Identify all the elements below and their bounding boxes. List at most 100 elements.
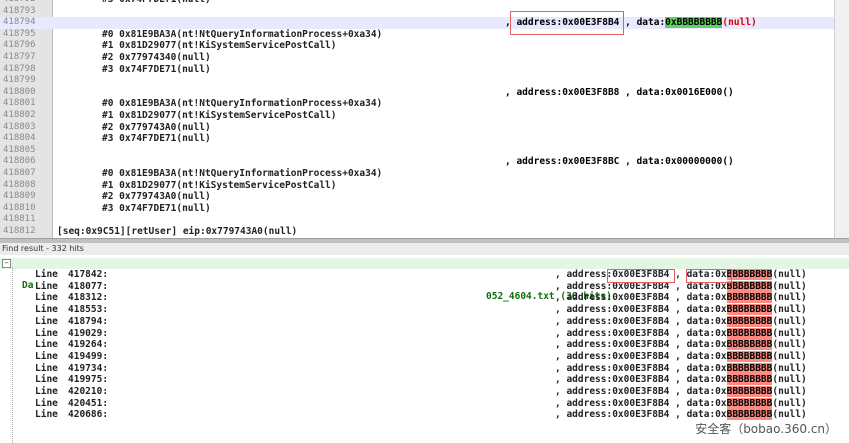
result-label: Line [35,304,58,316]
editor-vertical-scrollbar[interactable] [834,0,849,238]
line-number: 418797 [3,52,36,62]
line-number: 418812 [3,226,36,236]
editor-line[interactable]: 418803 #2 0x779743A0(null) [0,122,849,134]
result-match-part: 0x00E3F8B4 [612,327,670,339]
line-number: 418807 [3,168,36,178]
result-match-part: , data:0x [669,292,727,304]
result-match-part: (null) [772,280,807,292]
result-row[interactable]: Line 419975: , address:0x00E3F8B4 , data:0… [0,374,849,386]
result-match-part: , address: [555,409,613,421]
result-line-number: 418312: [68,292,109,304]
result-match-part: , data:0x [669,350,727,362]
result-match-part: BBBBBBBB [726,350,773,362]
line-number: 418793 [3,5,36,16]
result-match-part: (null) [772,397,807,409]
line-code: #2 0x77974340(null) [102,52,211,63]
editor-line[interactable]: 418809 #2 0x779743A0(null) [0,191,849,203]
result-match-part: , data:0x [669,339,727,351]
result-match-part: , data:0x [669,304,727,316]
result-match-part: BBBBBBBB [726,315,773,327]
collapse-icon[interactable]: − [2,259,11,268]
result-match-part: (null) [772,292,807,304]
result-match-part: 0x00E3F8B4 [612,374,670,386]
line-number: 418796 [3,40,36,51]
line-code: [seq:0x9C51][retUser] eip:0x779743A0(nul… [57,226,298,237]
editor-line[interactable]: 418806 , address:0x00E3F8BC , data:0x0000… [0,156,849,168]
editor-line[interactable]: 418801 #0 0x81E9BA3A(nt!NtQueryInformatio… [0,98,849,110]
result-match-part: 0x00E3F8B4 [612,292,670,304]
line-number: 418811 [3,214,36,225]
result-match-part: , data:0x [669,315,727,327]
result-row[interactable]: Line 418553: , address:0x00E3F8B4 , data:0… [0,304,849,316]
editor-line[interactable]: 418802 #1 0x81D29077(nt!KiSystemServicePo… [0,110,849,122]
result-match-part: BBBBBBBB [726,386,773,397]
editor-line[interactable]: 418808 #1 0x81D29077(nt!KiSystemServicePo… [0,180,849,192]
editor-line[interactable]: 418811 [0,214,849,226]
result-match-part: , address: [555,315,613,327]
editor-pane[interactable]: 418792#3 0x74F7DE71(null)418793418794, a… [0,0,849,238]
result-match: , address:0x00E3F8B4 , data:0xBBBBBBBB(n… [555,374,807,386]
line-number: 418806 [3,156,36,167]
line-number: 418798 [3,63,36,74]
editor-line[interactable]: 418805 [0,145,849,157]
editor-line[interactable]: 418800 , address:0x00E3F8B8 , data:0x0016… [0,87,849,99]
result-row[interactable]: Line 420210: , address:0x00E3F8B4 , data:0… [0,386,849,398]
watermark: 安全客（bobao.360.cn） [695,422,837,436]
result-match-part: , data:0x [669,374,727,386]
result-match-part: (null) [772,304,807,316]
highlight-box-result-data [686,269,732,283]
result-row[interactable]: Line 419264: , address:0x00E3F8B4 , data:0… [0,339,849,351]
line-number: 418805 [3,144,36,155]
result-match: , address:0x00E3F8B4 , data:0xBBBBBBBB(n… [555,386,807,398]
find-result-title: Find result - 332 hits [0,243,849,255]
line-code: #0 0x81E9BA3A(nt!NtQueryInformationProce… [102,98,383,110]
result-label: Line [35,386,58,397]
find-results-pane[interactable]: − Da 052_4604.txt (30 hits) Line 417842:,… [0,256,849,443]
line-tail-part: (null) [722,17,757,29]
result-match-part: BBBBBBBB [726,362,773,374]
editor-line[interactable]: 418796 #1 0x81D29077(nt!KiSystemServicePo… [0,40,849,52]
result-row[interactable]: Line 419499: , address:0x00E3F8B4 , data:0… [0,350,849,363]
result-match-part: , data:0x [669,386,727,397]
result-match-part: , address: [555,339,613,351]
result-row[interactable]: Line 418312: , address:0x00E3F8B4 , data:0… [0,292,849,304]
line-code: #0 0x81E9BA3A(nt!NtQueryInformationProce… [102,28,383,40]
editor-line[interactable]: 418798 #3 0x74F7DE71(null) [0,64,849,76]
line-number: 418808 [3,179,36,190]
result-label: Line [35,327,58,339]
line-code: #3 0x74F7DE71(null) [102,133,211,145]
highlight-box-result-address [607,269,675,283]
editor-line[interactable]: 418807 #0 0x81E9BA3A(nt!NtQueryInformatio… [0,168,849,180]
result-line-number: 419975: [68,374,109,386]
result-match: , address:0x00E3F8B4 , data:0xBBBBBBBB(n… [555,327,807,340]
result-match-part: 0x00E3F8B4 [612,350,670,362]
result-match-part: (null) [772,362,807,374]
line-code: #2 0x779743A0(null) [102,191,211,203]
result-match-part: BBBBBBBB [726,327,773,339]
result-match-part: , address: [555,304,613,316]
result-match-part: , address: [555,374,613,386]
editor-line[interactable]: 418797 #2 0x77974340(null) [0,52,849,64]
result-row[interactable]: Line 420451: , address:0x00E3F8B4 , data:0… [0,397,849,410]
result-match-part: , data:0x [669,362,727,374]
editor-line[interactable]: 418793 [0,6,849,18]
result-row[interactable]: Line 418794: , address:0x00E3F8B4 , data:0… [0,315,849,328]
editor-line[interactable]: 418795 #0 0x81E9BA3A(nt!NtQueryInformatio… [0,29,849,41]
result-match-part: BBBBBBBB [726,292,773,304]
result-match-part: BBBBBBBB [726,339,773,351]
result-line-number: 419734: [68,362,109,374]
result-match-part: (null) [772,327,807,339]
editor-line[interactable]: 418794, address:0x00E3F8B4 , data:0xBBBB… [0,17,849,29]
result-line-number: 418794: [68,315,109,327]
line-tail: , address:0x00E3F8B8 , data:0x0016E000() [505,86,734,98]
editor-line[interactable]: 418812 [seq:0x9C51][retUser] eip:0x779743… [0,226,849,238]
result-match-part: 0x00E3F8B4 [612,362,670,374]
editor-line[interactable]: 418799 [0,75,849,87]
result-row[interactable]: Line 419029: , address:0x00E3F8B4 , data:0… [0,327,849,340]
editor-line[interactable]: 418804 #3 0x74F7DE71(null) [0,133,849,145]
result-line-number: 417842: [68,269,109,280]
line-number: 418795 [3,28,36,39]
result-row[interactable]: Line 419734: , address:0x00E3F8B4 , data:0… [0,362,849,375]
editor-line[interactable]: 418810 #3 0x74F7DE71(null) [0,203,849,215]
line-code: #0 0x81E9BA3A(nt!NtQueryInformationProce… [102,168,383,179]
